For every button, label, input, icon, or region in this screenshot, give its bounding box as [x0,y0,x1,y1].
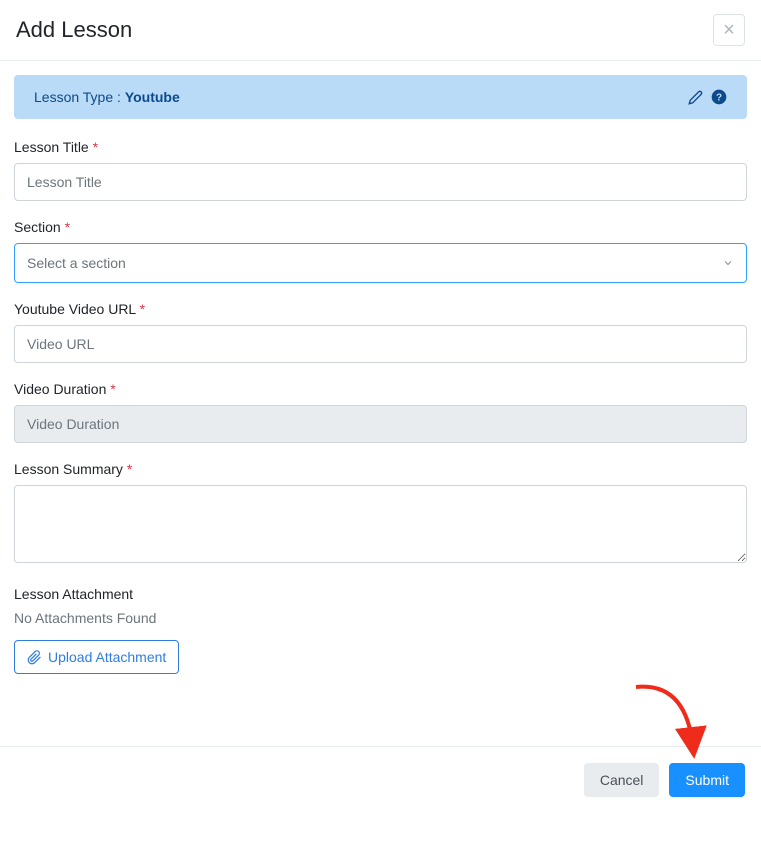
lesson-type-label: Lesson Type : [34,89,125,105]
video-url-label: Youtube Video URL * [14,301,747,317]
lesson-title-label: Lesson Title * [14,139,747,155]
modal-header: Add Lesson × [0,0,761,61]
section-select[interactable]: Select a section [14,243,747,283]
close-icon: × [723,20,735,40]
edit-icon[interactable] [688,90,703,105]
attachment-label: Lesson Attachment [14,586,747,602]
required-indicator: * [106,381,115,397]
lesson-type-text: Lesson Type : Youtube [34,89,180,105]
modal-footer: Cancel Submit [0,746,761,813]
help-icon[interactable]: ? [711,89,727,105]
lesson-type-value: Youtube [125,89,180,105]
required-indicator: * [89,139,98,155]
lesson-type-icons: ? [688,89,727,105]
required-indicator: * [136,301,145,317]
chevron-down-icon [722,257,734,269]
svg-text:?: ? [716,92,722,103]
video-url-input[interactable] [14,325,747,363]
video-duration-group: Video Duration * [14,381,747,443]
section-label-text: Section [14,219,61,235]
lesson-summary-label-text: Lesson Summary [14,461,123,477]
video-duration-input[interactable] [14,405,747,443]
attachment-section: Lesson Attachment No Attachments Found U… [14,586,747,674]
lesson-summary-textarea[interactable] [14,485,747,563]
lesson-title-group: Lesson Title * [14,139,747,201]
section-select-placeholder: Select a section [27,255,126,271]
cancel-button[interactable]: Cancel [584,763,660,797]
required-indicator: * [61,219,70,235]
video-url-label-text: Youtube Video URL [14,301,136,317]
annotation-arrow [621,677,721,772]
upload-attachment-button[interactable]: Upload Attachment [14,640,179,674]
section-label: Section * [14,219,747,235]
close-button[interactable]: × [713,14,745,46]
modal-body: Lesson Type : Youtube ? Lesson Title * S… [0,61,761,688]
lesson-summary-label: Lesson Summary * [14,461,747,477]
section-group: Section * Select a section [14,219,747,283]
lesson-title-label-text: Lesson Title [14,139,89,155]
upload-attachment-label: Upload Attachment [48,649,166,665]
required-indicator: * [123,461,132,477]
video-duration-label-text: Video Duration [14,381,106,397]
video-url-group: Youtube Video URL * [14,301,747,363]
paperclip-icon [27,650,42,665]
lesson-summary-group: Lesson Summary * [14,461,747,568]
no-attachments-text: No Attachments Found [14,610,747,626]
video-duration-label: Video Duration * [14,381,747,397]
submit-button[interactable]: Submit [669,763,745,797]
lesson-title-input[interactable] [14,163,747,201]
modal-title: Add Lesson [16,17,132,43]
lesson-type-bar: Lesson Type : Youtube ? [14,75,747,119]
